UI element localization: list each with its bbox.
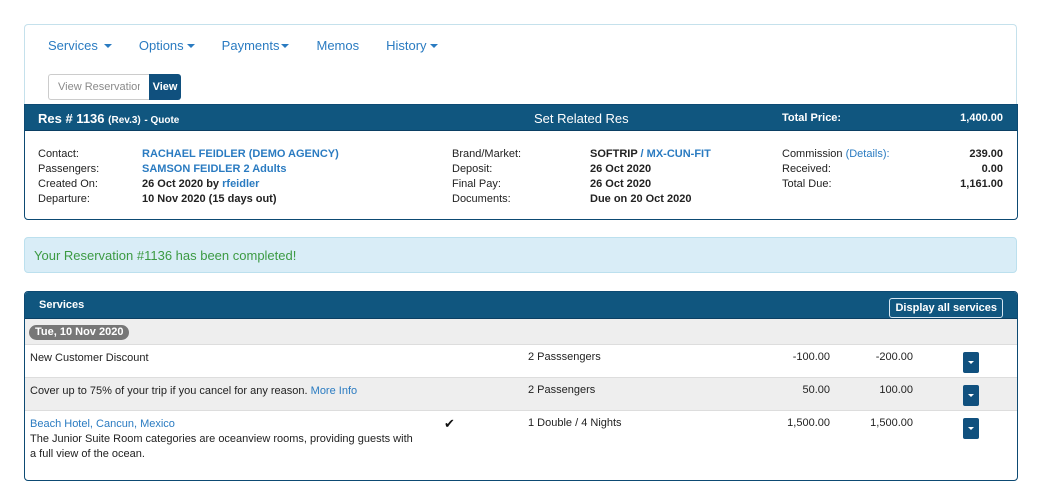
brand-value: SOFTRIP bbox=[590, 148, 638, 160]
service-row: New Customer Discount 2 Passsengers -100… bbox=[25, 345, 1017, 378]
passengers-label: Passengers: bbox=[38, 163, 100, 175]
created-by-link[interactable]: rfeidler bbox=[222, 178, 259, 190]
final-pay-value: 26 Oct 2020 bbox=[590, 178, 652, 190]
passengers-link[interactable]: SAMSON FEIDLER 2 Adults bbox=[142, 162, 339, 177]
service-actions-dropdown[interactable] bbox=[963, 385, 979, 406]
nav-memos-label: Memos bbox=[316, 38, 360, 53]
service-description: Cover up to 75% of your trip if you canc… bbox=[30, 384, 420, 399]
nav-menu: Services Options Payments Memos History bbox=[48, 38, 465, 53]
reservation-status: - Quote bbox=[144, 115, 180, 126]
service-row: Beach Hotel, Cancun, Mexico The Junior S… bbox=[25, 411, 1017, 480]
right-values: 239.00 0.00 1,161.00 bbox=[960, 147, 1003, 192]
reservation-title: Res # 1136 (Rev.3) - Quote bbox=[38, 111, 179, 126]
middle-values: SOFTRIP / MX-CUN-FIT 26 Oct 2020 26 Oct … bbox=[590, 147, 711, 207]
documents-value: Due on 20 Oct 2020 bbox=[590, 193, 692, 205]
services-header: Services Display all services bbox=[25, 292, 1017, 319]
service-row: Cover up to 75% of your trip if you canc… bbox=[25, 378, 1017, 411]
caret-down-icon bbox=[186, 43, 195, 48]
success-alert: Your Reservation #1136 has been complete… bbox=[24, 237, 1017, 273]
view-button[interactable]: View bbox=[149, 74, 181, 100]
commission-colon: : bbox=[886, 148, 890, 160]
total-price-label: Total Price: bbox=[782, 112, 842, 124]
left-labels: Contact: Passengers: Created On: Departu… bbox=[38, 147, 99, 207]
services-panel: Services Display all services Tue, 10 No… bbox=[24, 291, 1018, 481]
date-badge: Tue, 10 Nov 2020 bbox=[29, 325, 130, 340]
caret-down-icon bbox=[281, 43, 290, 48]
nav-services-menu[interactable]: Services bbox=[48, 38, 112, 53]
created-on-label: Created On: bbox=[38, 178, 98, 190]
contact-link[interactable]: RACHAEL FEIDLER (DEMO AGENCY) bbox=[142, 147, 339, 162]
service-quantity: 2 Passsengers bbox=[528, 351, 601, 363]
commission-label: Commission (Details): bbox=[782, 147, 890, 162]
brand-separator: / bbox=[637, 148, 647, 160]
service-actions-dropdown[interactable] bbox=[963, 352, 979, 373]
total-due-link[interactable]: Total Due: bbox=[782, 177, 890, 192]
checkmark-icon: ✔ bbox=[444, 416, 455, 431]
brand-market-value: SOFTRIP / MX-CUN-FIT bbox=[590, 147, 711, 162]
service-total: -200.00 bbox=[875, 351, 913, 363]
date-group-row: Tue, 10 Nov 2020 bbox=[25, 319, 1017, 345]
services-title: Services bbox=[39, 299, 85, 311]
nav-options-menu[interactable]: Options bbox=[139, 38, 195, 53]
documents-label: Documents: bbox=[452, 193, 511, 205]
departure-value: 10 Nov 2020 (15 days out) bbox=[142, 193, 277, 205]
nav-history-label: History bbox=[386, 38, 427, 53]
service-total: 100.00 bbox=[879, 384, 913, 396]
caret-down-icon bbox=[429, 43, 438, 48]
market-link[interactable]: MX-CUN-FIT bbox=[647, 148, 711, 160]
service-unit-price: 50.00 bbox=[802, 384, 830, 396]
deposit-value: 26 Oct 2020 bbox=[590, 163, 652, 175]
service-quantity: 1 Double / 4 Nights bbox=[528, 417, 622, 429]
nav-options-label: Options bbox=[138, 38, 184, 53]
reservation-details: Contact: Passengers: Created On: Departu… bbox=[25, 131, 1017, 220]
created-on-value: 26 Oct 2020 by rfeidler bbox=[142, 177, 339, 192]
reservation-panel: Res # 1136 (Rev.3) - Quote Set Related R… bbox=[24, 104, 1018, 220]
caret-down-icon bbox=[103, 43, 112, 48]
nav-memos-link[interactable]: Memos bbox=[316, 38, 359, 53]
view-reservation-group: View bbox=[48, 74, 181, 100]
nav-payments-menu[interactable]: Payments bbox=[222, 38, 290, 53]
service-unit-price: -100.00 bbox=[792, 351, 830, 363]
nav-services-label: Services bbox=[48, 38, 98, 53]
middle-labels: Brand/Market: Deposit: Final Pay: Docume… bbox=[452, 147, 521, 207]
nav-payments-label: Payments bbox=[221, 38, 280, 53]
commission-details-link[interactable]: (Details) bbox=[846, 148, 887, 160]
view-reservation-input[interactable] bbox=[48, 74, 149, 100]
left-values: RACHAEL FEIDLER (DEMO AGENCY) SAMSON FEI… bbox=[142, 147, 339, 207]
final-pay-label: Final Pay: bbox=[452, 178, 501, 190]
deposit-label: Deposit: bbox=[452, 163, 493, 175]
departure-label: Departure: bbox=[38, 193, 90, 205]
service-description: Beach Hotel, Cancun, Mexico The Junior S… bbox=[30, 417, 420, 462]
hotel-link[interactable]: Beach Hotel, Cancun, Mexico bbox=[30, 417, 420, 432]
brand-market-label: Brand/Market: bbox=[452, 148, 522, 160]
display-all-services-button[interactable]: Display all services bbox=[889, 298, 1003, 318]
reservation-revision: (Rev.3) bbox=[108, 115, 141, 126]
nav-history-menu[interactable]: History bbox=[386, 38, 438, 53]
service-actions-dropdown[interactable] bbox=[963, 418, 979, 439]
commission-label-text: Commission bbox=[782, 148, 843, 160]
service-unit-price: 1,500.00 bbox=[787, 417, 830, 429]
set-related-res-link[interactable]: Set Related Res bbox=[534, 111, 629, 126]
total-price-value: 1,400.00 bbox=[960, 112, 1003, 124]
service-description-text: Cover up to 75% of your trip if you canc… bbox=[30, 385, 311, 397]
service-total: 1,500.00 bbox=[870, 417, 913, 429]
reservation-header: Res # 1136 (Rev.3) - Quote Set Related R… bbox=[25, 105, 1017, 131]
right-labels: Commission (Details): Received: Total Du… bbox=[782, 147, 890, 192]
service-description: New Customer Discount bbox=[30, 352, 149, 364]
reservation-number: Res # 1136 bbox=[38, 111, 105, 126]
received-label: Received: bbox=[782, 163, 831, 175]
hotel-description: The Junior Suite Room categories are oce… bbox=[30, 433, 413, 460]
more-info-link[interactable]: More Info bbox=[311, 385, 357, 397]
created-date: 26 Oct 2020 by bbox=[142, 178, 220, 190]
total-due-value: 1,161.00 bbox=[960, 178, 1003, 190]
contact-label: Contact: bbox=[38, 148, 79, 160]
service-quantity: 2 Passengers bbox=[528, 384, 596, 396]
commission-value: 239.00 bbox=[969, 148, 1003, 160]
nav-panel: Services Options Payments Memos History … bbox=[24, 24, 1017, 104]
received-value: 0.00 bbox=[981, 163, 1003, 175]
